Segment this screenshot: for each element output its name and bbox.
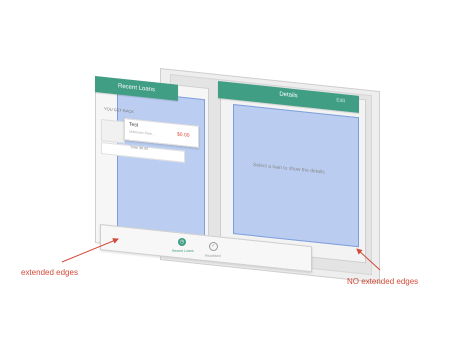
arrow-left (61, 238, 119, 263)
layout-illustration: Details Edit Select a loan to show the d… (0, 0, 474, 346)
annotation-no-extended-edges: NO extended edges (347, 277, 419, 286)
annotation-arrows (61, 238, 381, 271)
arrow-right (356, 248, 381, 271)
annotation-extended-edges: extended edges (21, 268, 78, 277)
